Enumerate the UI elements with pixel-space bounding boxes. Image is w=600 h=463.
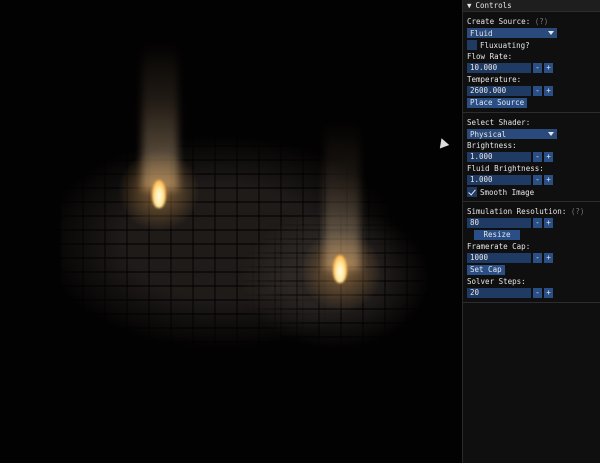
shader-select[interactable]: Physical	[467, 129, 557, 139]
temperature-increment[interactable]: +	[544, 86, 553, 96]
framerate-input[interactable]: 1000	[467, 253, 531, 263]
flame-right	[333, 255, 347, 283]
resize-button[interactable]: Resize	[474, 230, 520, 240]
solver-steps-label: Solver Steps:	[467, 277, 526, 286]
controls-title: Controls	[475, 1, 512, 10]
resolution-increment[interactable]: +	[544, 218, 553, 228]
controls-panel: ▼ Controls Create Source: (?) Fluid Flux…	[462, 0, 600, 463]
temperature-decrement[interactable]: -	[533, 86, 542, 96]
shader-section: Select Shader: Physical Brightness: 1.00…	[463, 113, 600, 202]
brightness-input[interactable]: 1.000	[467, 152, 531, 162]
brightness-increment[interactable]: +	[544, 152, 553, 162]
resolution-input[interactable]: 80	[467, 218, 531, 228]
chevron-down-icon	[548, 31, 554, 35]
help-hint[interactable]: (?)	[571, 207, 585, 216]
fluid-brightness-decrement[interactable]: -	[533, 175, 542, 185]
smooth-image-label: Smooth Image	[480, 187, 535, 197]
help-hint[interactable]: (?)	[535, 17, 549, 26]
source-type-select[interactable]: Fluid	[467, 28, 557, 38]
select-shader-label: Select Shader:	[467, 118, 531, 127]
framerate-cap-label: Framerate Cap:	[467, 242, 531, 251]
framerate-increment[interactable]: +	[544, 253, 553, 263]
solver-steps-increment[interactable]: +	[544, 288, 553, 298]
create-source-section: Create Source: (?) Fluid Fluxuating? Flo…	[463, 12, 600, 113]
resolution-decrement[interactable]: -	[533, 218, 542, 228]
triangle-down-icon[interactable]: ▼	[467, 1, 472, 10]
simulation-section: Simulation Resolution: (?) 80 - + Resize…	[463, 202, 600, 303]
simulation-resolution-label-text: Simulation Resolution:	[467, 207, 567, 216]
flow-rate-decrement[interactable]: -	[533, 63, 542, 73]
shader-value: Physical	[470, 129, 507, 139]
create-source-label-text: Create Source:	[467, 17, 531, 26]
flow-rate-increment[interactable]: +	[544, 63, 553, 73]
fluid-brightness-increment[interactable]: +	[544, 175, 553, 185]
controls-header[interactable]: ▼ Controls	[463, 0, 600, 12]
flow-rate-input[interactable]: 10.000	[467, 63, 531, 73]
fluid-brightness-label: Fluid Brightness:	[467, 164, 544, 173]
solver-steps-decrement[interactable]: -	[533, 288, 542, 298]
fluxuating-label: Fluxuating?	[480, 40, 530, 50]
place-source-button[interactable]: Place Source	[467, 98, 528, 108]
source-type-value: Fluid	[470, 28, 493, 38]
set-cap-button[interactable]: Set Cap	[467, 265, 505, 275]
flame-left	[152, 180, 166, 208]
checkmark-icon	[468, 187, 476, 196]
flow-rate-label: Flow Rate:	[467, 52, 513, 61]
fluid-brightness-input[interactable]: 1.000	[467, 175, 531, 185]
fluxuating-checkbox[interactable]	[467, 40, 477, 50]
fluxuating-checkbox-row[interactable]: Fluxuating?	[467, 40, 596, 50]
temperature-input[interactable]: 2600.000	[467, 86, 531, 96]
solver-steps-input[interactable]: 20	[467, 288, 531, 298]
framerate-decrement[interactable]: -	[533, 253, 542, 263]
smooth-image-checkbox[interactable]	[467, 187, 477, 197]
create-source-label: Create Source: (?)	[467, 17, 596, 26]
temperature-label: Temperature:	[467, 75, 522, 84]
chevron-down-icon	[548, 132, 554, 136]
simulation-viewport[interactable]	[0, 0, 462, 463]
simulation-resolution-label: Simulation Resolution: (?)	[467, 207, 596, 216]
smooth-image-checkbox-row[interactable]: Smooth Image	[467, 187, 596, 197]
brightness-label: Brightness:	[467, 141, 517, 150]
brightness-decrement[interactable]: -	[533, 152, 542, 162]
